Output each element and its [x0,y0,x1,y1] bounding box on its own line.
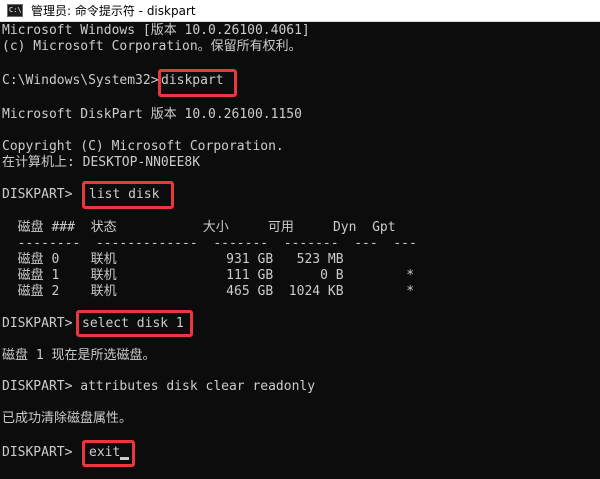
diskpart-copyright-line: Copyright (C) Microsoft Corporation. [2,139,284,154]
cmd-console-icon: C:\ [7,4,23,17]
window-title: 管理员: 命令提示符 - diskpart [31,4,196,18]
disk-selected-message: 磁盘 1 现在是所选磁盘。 [2,348,156,363]
system-prompt: C:\Windows\System32> [2,73,159,88]
attributes-command-line: DISKPART> attributes disk clear readonly [2,379,316,394]
diskpart-prompt: DISKPART> [2,316,73,331]
diskpart-prompt: DISKPART> [2,445,73,460]
disk-table-row: 磁盘 0 联机 931 GB 523 MB [2,252,344,267]
diskpart-version-line: Microsoft DiskPart 版本 10.0.26100.1150 [2,107,302,122]
select-disk-highlight [76,310,193,337]
version-line: Microsoft Windows [版本 10.0.26100.4061] [2,23,310,38]
exit-command-highlight [82,440,135,467]
disk-table-rule: -------- ------------- ------- ------- -… [2,236,417,251]
attributes-cleared-message: 已成功清除磁盘属性。 [2,411,133,426]
diskpart-prompt: DISKPART> [2,187,73,202]
copyright-line: (c) Microsoft Corporation。保留所有权利。 [2,39,302,54]
diskpart-command-highlight [158,69,237,97]
disk-table-header: 磁盘 ### 状态 大小 可用 Dyn Gpt [2,220,396,235]
computer-name-line: 在计算机上: DESKTOP-NN0EE8K [2,155,201,170]
console-output[interactable]: Microsoft Windows [版本 10.0.26100.4061] (… [0,22,600,479]
disk-table-row: 磁盘 1 联机 111 GB 0 B * [2,268,415,283]
text-cursor [120,457,129,460]
disk-table-row: 磁盘 2 联机 465 GB 1024 KB * [2,284,415,299]
list-disk-highlight [82,181,174,209]
title-bar[interactable]: C:\ 管理员: 命令提示符 - diskpart [0,0,600,22]
